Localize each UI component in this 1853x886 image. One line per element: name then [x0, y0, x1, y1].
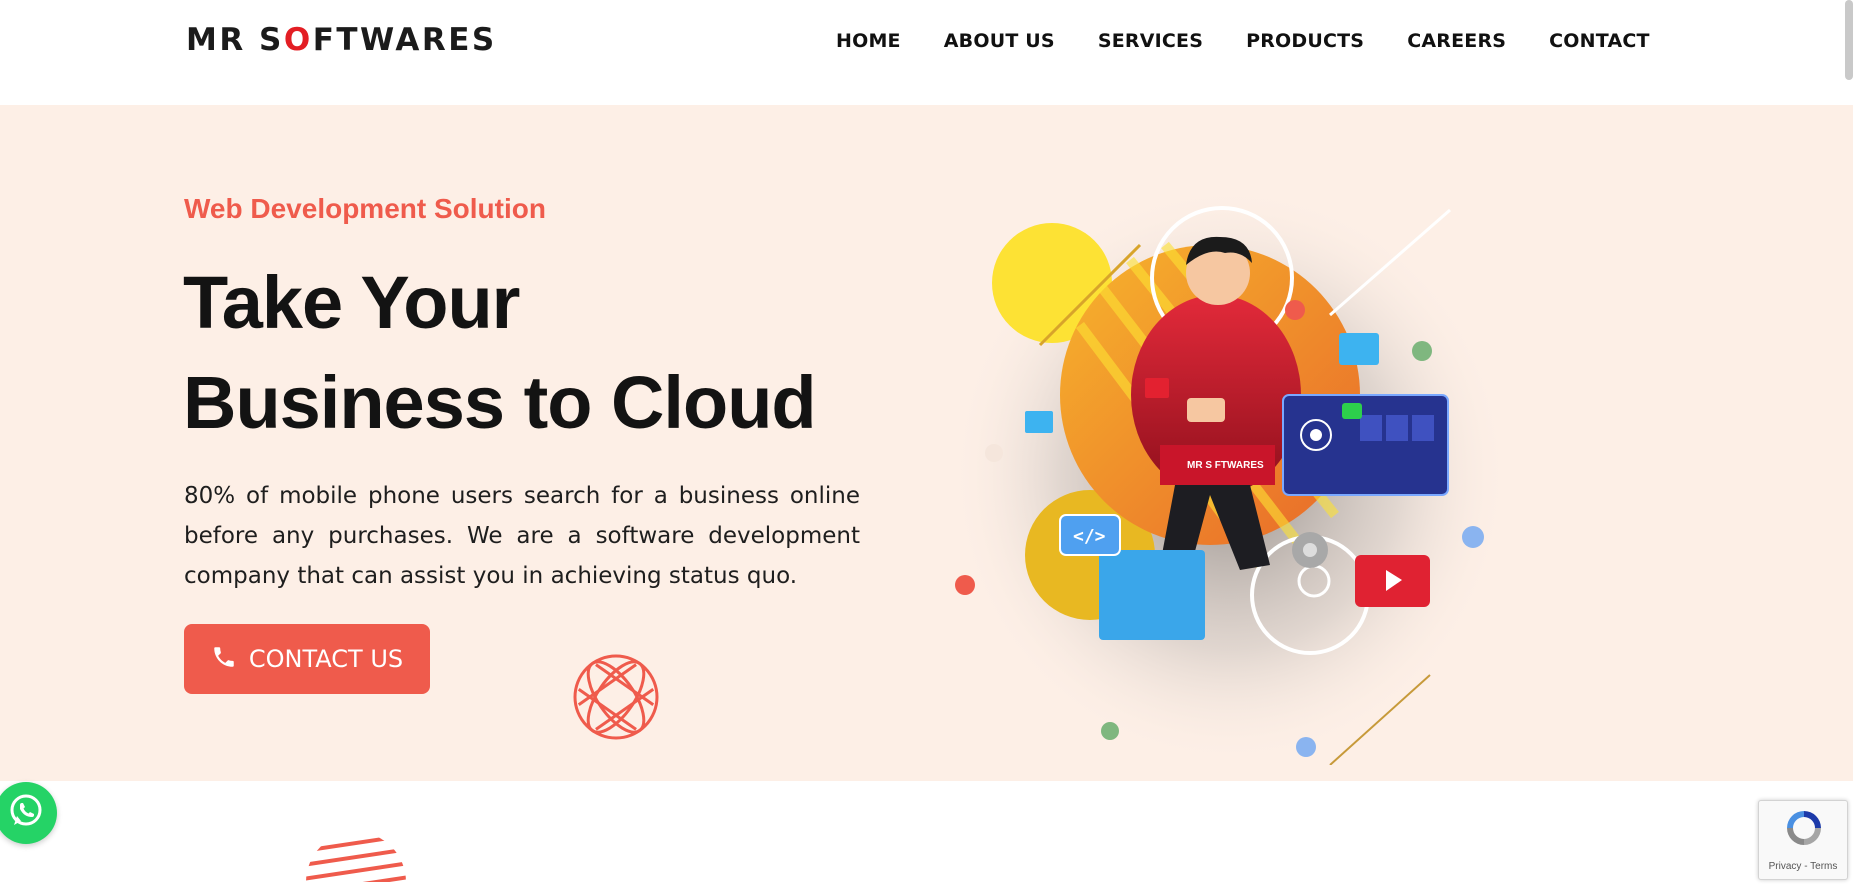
- globe-icon: [571, 652, 661, 746]
- whatsapp-icon: [6, 791, 46, 835]
- nav-about-us[interactable]: ABOUT US: [944, 30, 1055, 52]
- main-nav: HOME ABOUT US SERVICES PRODUCTS CAREERS …: [836, 30, 1650, 52]
- hero-description: 80% of mobile phone users search for a b…: [184, 483, 860, 589]
- recaptcha-links[interactable]: Privacy - Terms: [1759, 861, 1847, 872]
- recaptcha-icon: [1783, 807, 1825, 853]
- nav-home[interactable]: HOME: [836, 30, 901, 52]
- logo-text-accent: O: [283, 22, 313, 58]
- recaptcha-badge[interactable]: Privacy - Terms: [1758, 800, 1848, 880]
- contact-us-button[interactable]: CONTACT US: [184, 624, 430, 694]
- shirt-text: MR S FTWARES: [1187, 460, 1264, 471]
- site-header: MR SOFTWARES HOME ABOUT US SERVICES PROD…: [0, 0, 1853, 105]
- hero-kicker: Web Development Solution: [184, 193, 546, 224]
- hero-illustration: MR S FTWARES </>: [940, 165, 1560, 769]
- scrollbar-thumb[interactable]: [1845, 0, 1853, 80]
- nav-products[interactable]: PRODUCTS: [1246, 30, 1364, 52]
- logo[interactable]: MR SOFTWARES: [186, 22, 497, 58]
- whatsapp-button[interactable]: [0, 782, 57, 844]
- svg-text:</>: </>: [1073, 526, 1106, 547]
- logo-text-2: FTWARES: [312, 22, 497, 58]
- nav-services[interactable]: SERVICES: [1098, 30, 1203, 52]
- logo-text-1: MR S: [186, 22, 284, 58]
- bottom-decoration: [296, 830, 416, 886]
- headline-line-2: Business to Cloud: [183, 361, 817, 444]
- hero-section: Web Development Solution Take Your Busin…: [0, 105, 1853, 781]
- nav-contact[interactable]: CONTACT: [1549, 30, 1650, 52]
- hero-headline: Take Your Business to Cloud: [183, 253, 817, 453]
- contact-us-label: CONTACT US: [248, 645, 404, 673]
- nav-careers[interactable]: CAREERS: [1407, 30, 1506, 52]
- phone-icon: [211, 644, 237, 674]
- headline-line-1: Take Your: [183, 261, 520, 344]
